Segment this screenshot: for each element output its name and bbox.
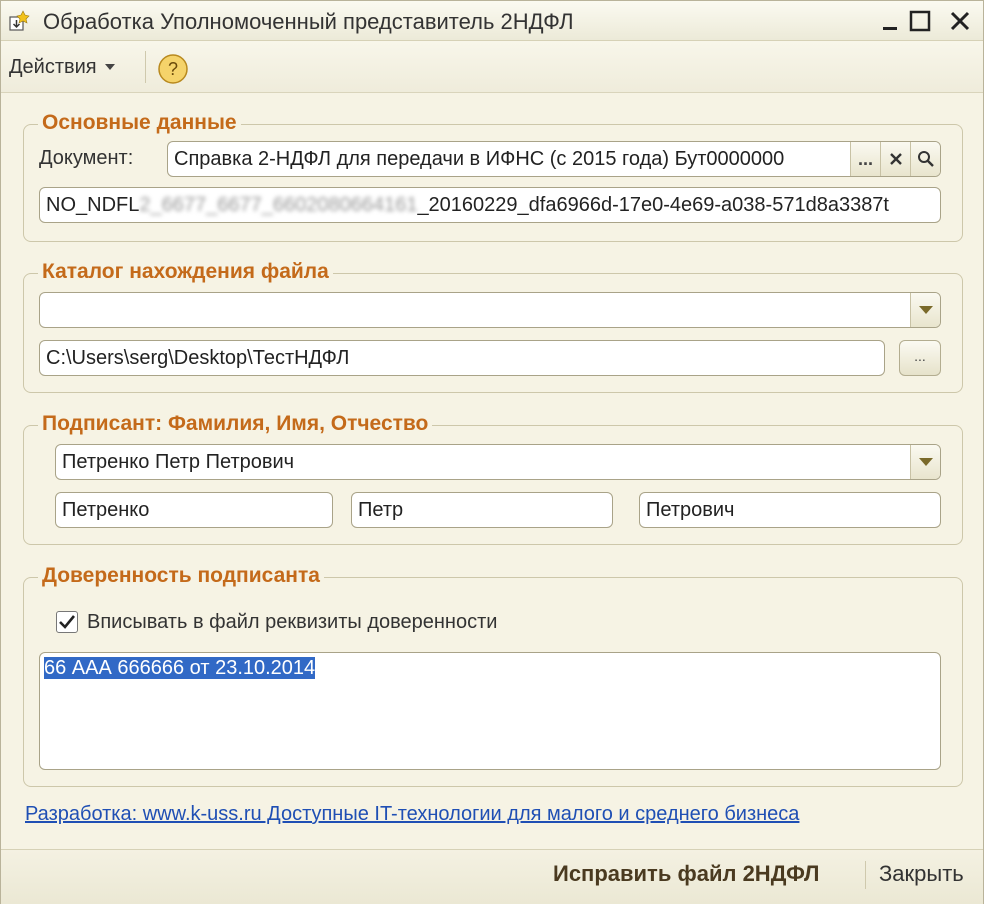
title-bar[interactable]: Обработка Уполномоченный представитель 2… [1,1,983,41]
actions-menu-button[interactable]: Действия [9,53,115,81]
processing-window: Обработка Уполномоченный представитель 2… [0,0,984,904]
file-name-prefix: NO_NDFL [46,194,140,216]
document-value: Справка 2-НДФЛ для передачи в ИФНС (с 20… [174,148,785,170]
bottom-separator [865,861,866,889]
open-document-button[interactable] [910,142,940,176]
bottom-bar [1,849,983,904]
last-name-field[interactable]: Петренко [55,492,333,528]
document-label: Документ: [39,147,134,169]
signer-group-title: Подписант: Фамилия, Имя, Отчество [38,412,433,436]
browse-folder-button[interactable]: ... [899,340,941,376]
file-name-blurred: 2_6677_6677_6602080664161 [139,194,418,216]
catalog-group-title: Каталог нахождения файла [38,260,333,284]
first-name-field[interactable]: Петр [351,492,613,528]
middle-name-field[interactable]: Петрович [639,492,941,528]
poa-group-title: Доверенность подписанта [38,564,324,588]
first-name-value: Петр [358,499,404,521]
catalog-path-value: C:\Users\serg\Desktop\ТестНДФЛ [46,347,350,369]
dropdown-arrow-icon [918,306,933,314]
signer-dropdown-button[interactable] [910,445,940,479]
signer-full-name-dropdown[interactable]: Петренко Петр Петрович [55,444,941,480]
clear-icon [889,153,902,165]
chevron-down-icon [104,64,115,70]
search-icon [917,151,934,167]
document-field[interactable]: Справка 2-НДФЛ для передачи в ИФНС (с 20… [167,141,941,177]
fix-file-button[interactable]: Исправить файл 2НДФЛ [553,861,819,887]
clear-button[interactable] [880,142,910,176]
catalog-dropdown-button[interactable] [910,293,940,327]
checkmark-icon [59,615,76,629]
toolbar-separator [145,51,146,83]
document-select-button[interactable]: ... [850,142,880,176]
help-icon[interactable]: ? [157,53,189,85]
file-name-suffix: _20160229_dfa6966d-17e0-4e69-a038-571d8a… [417,194,889,216]
minimize-icon[interactable] [877,9,903,33]
toolbar: Действия [1,41,983,93]
close-icon[interactable] [947,9,973,33]
poa-details-textarea[interactable]: 66 ААА 666666 от 23.10.2014 [39,652,941,770]
main-data-group-title: Основные данные [38,111,241,135]
close-button[interactable]: Закрыть [879,861,964,887]
dropdown-arrow-icon [918,458,933,466]
developer-link[interactable]: Разработка: www.k-uss.ru Доступные IT-те… [25,803,799,826]
poa-checkbox-label[interactable]: Вписывать в файл реквизиты доверенности [87,611,497,634]
file-name-field[interactable]: NO_NDFL2_6677_6677_6602080664161_2016022… [39,187,941,223]
actions-menu-label: Действия [9,55,97,78]
poa-checkbox[interactable] [56,611,78,633]
window-title: Обработка Уполномоченный представитель 2… [43,9,574,34]
catalog-dropdown[interactable] [39,292,941,328]
catalog-path-field[interactable]: C:\Users\serg\Desktop\ТестНДФЛ [39,340,885,376]
poa-details-value: 66 ААА 666666 от 23.10.2014 [44,657,316,679]
signer-full-name-value: Петренко Петр Петрович [62,451,295,473]
processing-app-icon [9,10,30,31]
maximize-icon[interactable] [907,9,933,33]
svg-text:?: ? [168,59,178,79]
middle-name-value: Петрович [646,499,735,521]
last-name-value: Петренко [62,499,150,521]
